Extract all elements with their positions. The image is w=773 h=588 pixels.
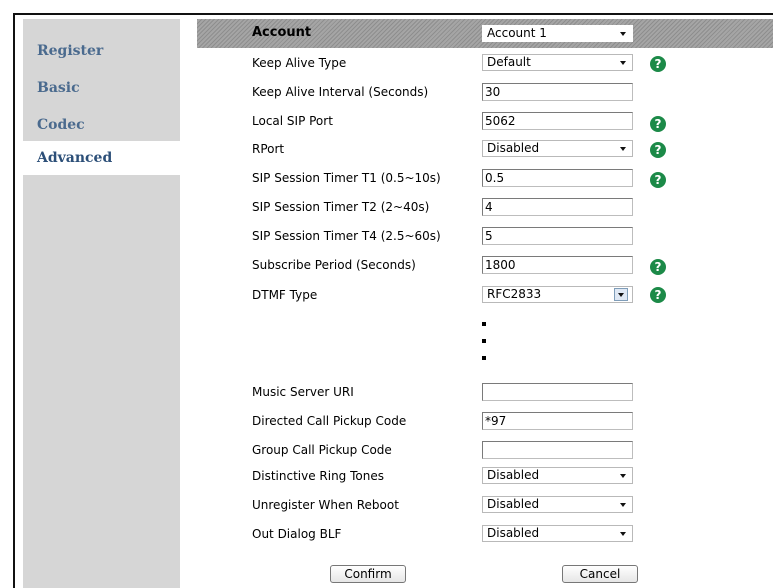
music-server-uri-label: Music Server URI (252, 385, 354, 399)
out-dialog-blf-label: Out Dialog BLF (252, 527, 342, 541)
sip-session-timer-t2-label: SIP Session Timer T2 (2~40s) (252, 200, 430, 214)
rport-label: RPort (252, 142, 285, 156)
account-select-value: Account 1 (487, 26, 547, 40)
chevron-down-icon (620, 61, 626, 65)
directed-pickup-label: Directed Call Pickup Code (252, 414, 407, 428)
sidebar-item-basic[interactable]: Basic (23, 71, 180, 105)
sip-session-timer-t1-label: SIP Session Timer T1 (0.5~10s) (252, 171, 441, 185)
confirm-button[interactable]: Confirm (330, 565, 406, 583)
keep-alive-interval-input[interactable]: 30 (482, 83, 633, 101)
group-pickup-label: Group Call Pickup Code (252, 443, 392, 457)
rport-select[interactable]: Disabled (482, 140, 633, 157)
keep-alive-type-value: Default (487, 55, 531, 69)
sip-session-timer-t1-input[interactable]: 0.5 (482, 169, 633, 187)
directed-pickup-input[interactable]: *97 (482, 412, 633, 430)
account-select[interactable]: Account 1 (482, 25, 633, 42)
chevron-down-icon (620, 474, 626, 478)
help-icon[interactable]: ? (650, 172, 666, 188)
sidebar-item-codec[interactable]: Codec (23, 108, 180, 142)
help-icon[interactable]: ? (650, 142, 666, 158)
dtmf-type-value: RFC2833 (487, 287, 542, 301)
rport-value: Disabled (487, 141, 540, 155)
dtmf-type-select[interactable]: RFC2833 (482, 286, 633, 303)
ellipsis-dot (482, 322, 486, 326)
subscribe-period-input[interactable]: 1800 (482, 256, 633, 274)
keep-alive-interval-label: Keep Alive Interval (Seconds) (252, 85, 429, 99)
group-pickup-input[interactable] (482, 441, 633, 459)
local-sip-port-input[interactable]: 5062 (482, 112, 633, 130)
sip-session-timer-t4-input[interactable]: 5 (482, 227, 633, 245)
sidebar: Register Basic Codec Advanced (23, 19, 185, 588)
out-dialog-blf-select[interactable]: Disabled (482, 525, 633, 542)
sip-session-timer-t4-label: SIP Session Timer T4 (2.5~60s) (252, 229, 441, 243)
local-sip-port-label: Local SIP Port (252, 114, 333, 128)
sidebar-item-register[interactable]: Register (23, 34, 180, 68)
help-icon[interactable]: ? (650, 56, 666, 72)
distinctive-ring-label: Distinctive Ring Tones (252, 469, 384, 483)
ellipsis-dot (482, 356, 486, 360)
help-icon[interactable]: ? (650, 287, 666, 303)
cancel-button[interactable]: Cancel (562, 565, 638, 583)
distinctive-ring-select[interactable]: Disabled (482, 467, 633, 484)
chevron-down-icon (620, 32, 626, 36)
chevron-down-icon (620, 147, 626, 151)
unregister-reboot-label: Unregister When Reboot (252, 498, 399, 512)
unregister-reboot-select[interactable]: Disabled (482, 496, 633, 513)
out-dialog-blf-value: Disabled (487, 526, 540, 540)
sidebar-item-advanced[interactable]: Advanced (23, 141, 185, 175)
chevron-down-icon[interactable] (614, 288, 628, 301)
account-label: Account (252, 25, 312, 40)
sip-session-timer-t2-input[interactable]: 4 (482, 198, 633, 216)
unregister-reboot-value: Disabled (487, 497, 540, 511)
help-icon[interactable]: ? (650, 259, 666, 275)
dtmf-type-label: DTMF Type (252, 288, 318, 302)
help-icon[interactable]: ? (650, 116, 666, 132)
distinctive-ring-value: Disabled (487, 468, 540, 482)
chevron-down-icon (620, 532, 626, 536)
keep-alive-type-select[interactable]: Default (482, 54, 633, 71)
ellipsis-dot (482, 339, 486, 343)
music-server-uri-input[interactable] (482, 383, 633, 401)
keep-alive-type-label: Keep Alive Type (252, 56, 347, 70)
chevron-down-icon (620, 503, 626, 507)
subscribe-period-label: Subscribe Period (Seconds) (252, 258, 416, 272)
